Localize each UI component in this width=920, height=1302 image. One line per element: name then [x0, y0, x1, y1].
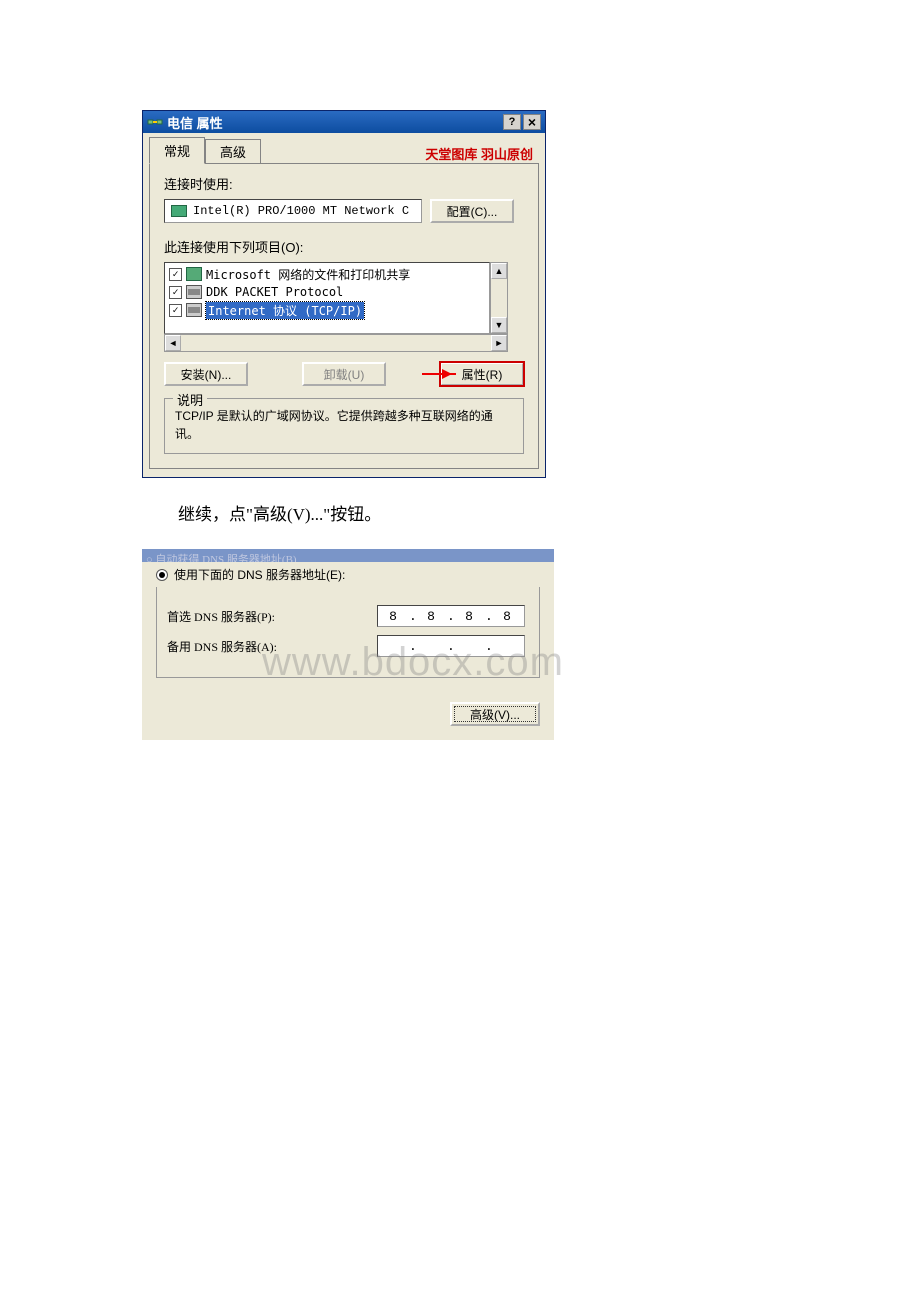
vertical-scrollbar[interactable]: ▲ ▼: [490, 262, 508, 334]
install-button[interactable]: 安装(N)...: [164, 362, 248, 386]
scroll-up-icon[interactable]: ▲: [491, 263, 507, 279]
help-button[interactable]: [503, 114, 521, 130]
auto-dns-radio-cutoff: ○ 自动获得 DNS 服务器地址(B): [142, 550, 554, 562]
list-item[interactable]: DDK PACKET Protocol: [167, 283, 487, 301]
description-text: TCP/IP 是默认的广域网协议。它提供跨越多种互联网络的通讯。: [175, 407, 513, 443]
scroll-down-icon[interactable]: ▼: [491, 317, 507, 333]
advanced-button[interactable]: 高级(V)...: [450, 702, 540, 726]
list-item[interactable]: Internet 协议 (TCP/IP): [167, 301, 487, 319]
protocol-icon: [186, 285, 202, 299]
scroll-right-icon[interactable]: ►: [491, 335, 507, 351]
tab-advanced[interactable]: 高级: [205, 139, 261, 163]
network-icon: [147, 114, 163, 130]
radio-icon[interactable]: [156, 569, 168, 581]
tab-general[interactable]: 常规: [149, 137, 205, 164]
close-button[interactable]: [523, 114, 541, 130]
network-properties-dialog: 电信 属性 常规 高级 天堂图库 羽山原创 连接时使用: Intel(R) PR…: [142, 110, 546, 478]
share-icon: [186, 267, 202, 281]
preferred-dns-label: 首选 DNS 服务器(P):: [167, 608, 377, 625]
horizontal-scrollbar[interactable]: ◄ ►: [164, 334, 508, 352]
uninstall-button: 卸载(U): [302, 362, 386, 386]
use-dns-label: 使用下面的 DNS 服务器地址(E):: [174, 566, 345, 583]
dialog-title: 电信 属性: [167, 113, 503, 132]
description-legend: 说明: [173, 390, 207, 409]
connect-using-label: 连接时使用:: [164, 174, 524, 193]
watermark-text: 天堂图库 羽山原创: [425, 144, 539, 163]
checkbox-icon[interactable]: [169, 268, 182, 281]
preferred-dns-input[interactable]: 8. 8. 8. 8: [377, 605, 525, 627]
checkbox-icon[interactable]: [169, 286, 182, 299]
adapter-name: Intel(R) PRO/1000 MT Network C: [193, 204, 409, 218]
components-listbox[interactable]: Microsoft 网络的文件和打印机共享 DDK PACKET Protoco…: [164, 262, 490, 334]
use-dns-radio-row[interactable]: 使用下面的 DNS 服务器地址(E):: [156, 562, 540, 589]
dns-settings-panel: ○ 自动获得 DNS 服务器地址(B) 使用下面的 DNS 服务器地址(E): …: [142, 549, 554, 740]
scroll-left-icon[interactable]: ◄: [165, 335, 181, 351]
items-label: 此连接使用下列项目(O):: [164, 237, 524, 256]
alternate-dns-label: 备用 DNS 服务器(A):: [167, 638, 377, 655]
description-group: 说明 TCP/IP 是默认的广域网协议。它提供跨越多种互联网络的通讯。: [164, 398, 524, 454]
configure-button[interactable]: 配置(C)...: [430, 199, 514, 223]
adapter-field: Intel(R) PRO/1000 MT Network C: [164, 199, 422, 223]
list-item-label: DDK PACKET Protocol: [206, 285, 343, 299]
titlebar[interactable]: 电信 属性: [143, 111, 545, 133]
protocol-icon: [186, 303, 202, 317]
nic-icon: [171, 205, 187, 217]
instruction-text: 继续，点"高级(V)..."按钮。: [178, 500, 920, 525]
alternate-dns-input[interactable]: . . .: [377, 635, 525, 657]
annotation-arrow-icon: [422, 373, 456, 375]
checkbox-icon[interactable]: [169, 304, 182, 317]
list-item-label: Internet 协议 (TCP/IP): [206, 302, 364, 319]
list-item-label: Microsoft 网络的文件和打印机共享: [206, 266, 410, 283]
list-item[interactable]: Microsoft 网络的文件和打印机共享: [167, 265, 487, 283]
